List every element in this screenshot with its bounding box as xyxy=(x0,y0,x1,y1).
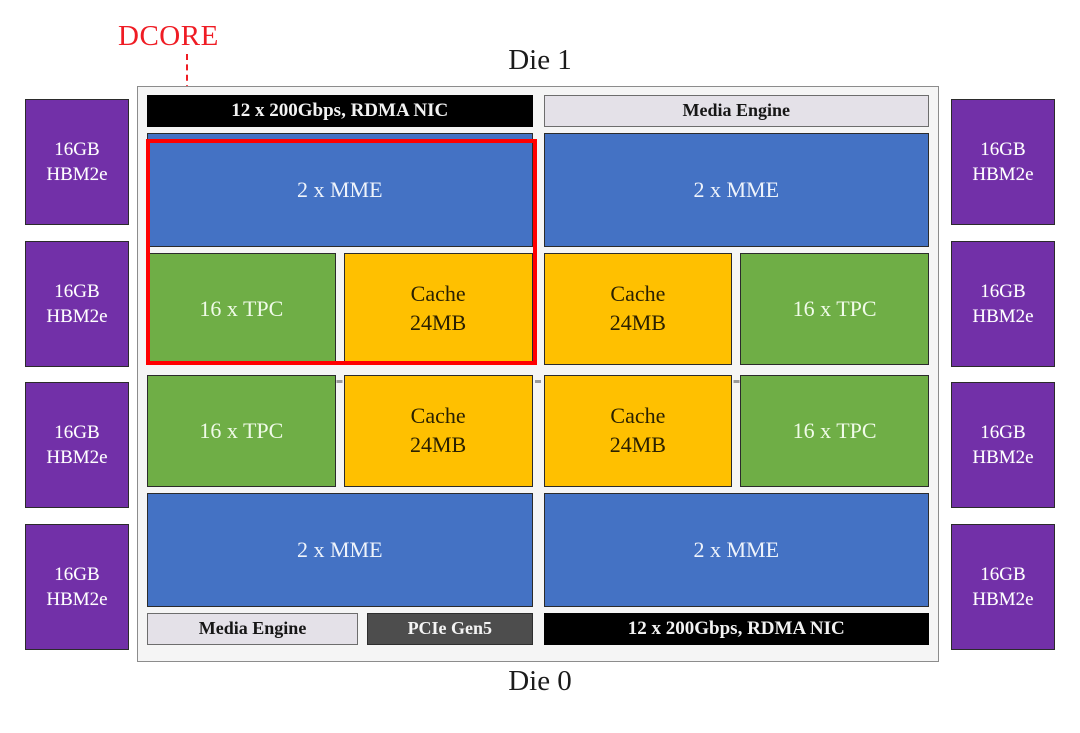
hbm-capacity: 16GB xyxy=(980,422,1026,444)
mme-block-die1-right: 2 x MME xyxy=(543,133,929,247)
hbm-type: HBM2e xyxy=(972,447,1034,469)
hbm-stack-left-1: 16GB HBM2e xyxy=(25,99,129,225)
hbm-stack-right-3: 16GB HBM2e xyxy=(951,382,1055,509)
cache-block-die1-right: Cache 24MB xyxy=(543,253,733,365)
hbm-stack-right-4: 16GB HBM2e xyxy=(951,523,1055,650)
cache-title: Cache xyxy=(610,403,666,429)
tpc-block-die1-left: 16 x TPC xyxy=(147,253,336,365)
cache-block-die0-left: Cache 24MB xyxy=(343,375,533,487)
tpc-block-die1-right: 16 x TPC xyxy=(740,253,929,365)
cache-title: Cache xyxy=(410,281,466,307)
die-0-left-compute-row: 16 x TPC Cache 24MB xyxy=(147,375,533,487)
die-1: 12 x 200Gbps, RDMA NIC 2 x MME 16 x TPC … xyxy=(147,95,929,365)
hbm-capacity: 16GB xyxy=(54,280,100,302)
die-0: 16 x TPC Cache 24MB 2 x MME Media Engine… xyxy=(147,375,929,645)
hbm-stack-left-2: 16GB HBM2e xyxy=(25,240,129,367)
tpc-block-die0-left: 16 x TPC xyxy=(147,375,336,487)
media-engine-block-die0: Media Engine xyxy=(147,613,359,645)
diagram-canvas: DCORE Die 1 Die 0 16GB HBM2e 16GB HBM2e … xyxy=(0,0,1080,733)
die-0-right-half: Cache 24MB 16 x TPC 2 x MME 12 x 200Gbps… xyxy=(543,375,929,645)
die-1-caption: Die 1 xyxy=(508,44,572,76)
hbm-capacity: 16GB xyxy=(980,280,1026,302)
hbm-stack-left-3: 16GB HBM2e xyxy=(25,382,129,509)
cache-block-die0-right: Cache 24MB xyxy=(543,375,733,487)
die-1-left-compute-row: 16 x TPC Cache 24MB xyxy=(147,253,533,365)
die-1-right-compute-row: Cache 24MB 16 x TPC xyxy=(543,253,929,365)
hbm-type: HBM2e xyxy=(46,305,108,327)
hbm-stack-right-2: 16GB HBM2e xyxy=(951,240,1055,367)
mme-block-die0-left: 2 x MME xyxy=(147,493,533,607)
hbm-type: HBM2e xyxy=(46,447,108,469)
hbm-capacity: 16GB xyxy=(980,138,1026,160)
cache-size: 24MB xyxy=(609,432,666,457)
cache-size: 24MB xyxy=(410,310,467,335)
mme-block-die1-left: 2 x MME xyxy=(147,133,533,247)
hbm-type: HBM2e xyxy=(972,588,1034,610)
hbm-type: HBM2e xyxy=(46,164,108,185)
mme-block-die0-right: 2 x MME xyxy=(543,493,929,607)
die-0-left-half: 16 x TPC Cache 24MB 2 x MME Media Engine… xyxy=(147,375,533,645)
pcie-block-die0: PCIe Gen5 xyxy=(367,613,533,645)
hbm-type: HBM2e xyxy=(972,164,1034,185)
tpc-block-die0-right: 16 x TPC xyxy=(740,375,929,487)
rdma-nic-block-die0: 12 x 200Gbps, RDMA NIC xyxy=(543,613,929,645)
cache-title: Cache xyxy=(410,403,466,429)
hbm-capacity: 16GB xyxy=(980,563,1026,585)
die-0-right-compute-row: Cache 24MB 16 x TPC xyxy=(543,375,929,487)
die-1-right-half: Media Engine 2 x MME Cache 24MB 16 x TPC xyxy=(543,95,929,365)
rdma-nic-block-die1: 12 x 200Gbps, RDMA NIC xyxy=(147,95,533,127)
hbm-capacity: 16GB xyxy=(54,138,100,160)
hbm-stack-right-1: 16GB HBM2e xyxy=(951,99,1055,225)
cache-size: 24MB xyxy=(609,310,666,335)
hbm-capacity: 16GB xyxy=(54,563,100,585)
hbm-column-right: 16GB HBM2e 16GB HBM2e 16GB HBM2e 16GB HB… xyxy=(951,99,1055,650)
die-0-left-io-row: Media Engine PCIe Gen5 xyxy=(147,613,533,645)
hbm-type: HBM2e xyxy=(972,305,1034,327)
die-1-left-half: 12 x 200Gbps, RDMA NIC 2 x MME 16 x TPC … xyxy=(147,95,533,365)
hbm-type: HBM2e xyxy=(46,588,108,610)
cache-block-die1-left: Cache 24MB xyxy=(343,253,533,365)
die-0-caption: Die 0 xyxy=(508,665,572,697)
package-container: 12 x 200Gbps, RDMA NIC 2 x MME 16 x TPC … xyxy=(137,86,939,662)
hbm-capacity: 16GB xyxy=(54,422,100,444)
hbm-stack-left-4: 16GB HBM2e xyxy=(25,523,129,650)
media-engine-block-die1: Media Engine xyxy=(543,95,929,127)
cache-title: Cache xyxy=(610,281,666,307)
cache-size: 24MB xyxy=(410,432,467,457)
hbm-column-left: 16GB HBM2e 16GB HBM2e 16GB HBM2e 16GB HB… xyxy=(25,99,129,650)
